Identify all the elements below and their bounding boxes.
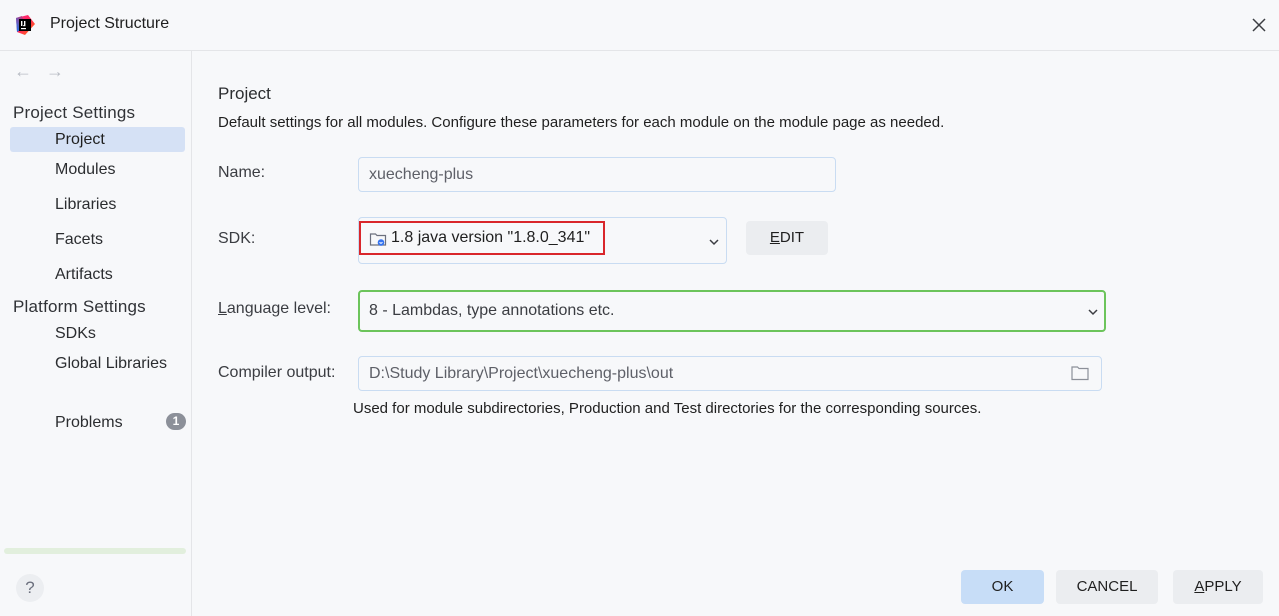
language-level-value: 8 - Lambdas, type annotations etc. — [369, 302, 615, 319]
project-settings-panel: Project Default settings for all modules… — [192, 51, 1279, 561]
name-label: Name: — [218, 164, 266, 181]
sidebar-item-global-libraries[interactable]: Global Libraries — [10, 351, 185, 376]
help-button[interactable]: ? — [16, 574, 44, 602]
window-title: Project Structure — [50, 15, 170, 32]
title-bar: Project Structure — [0, 0, 1279, 51]
forward-arrow-icon[interactable]: → — [46, 61, 64, 81]
name-input[interactable]: xuecheng-plus — [358, 157, 836, 192]
jdk-folder-icon — [369, 233, 387, 246]
intellij-app-icon — [16, 15, 35, 35]
sdk-dropdown[interactable]: 1.8 java version "1.8.0_341" — [358, 217, 727, 264]
sidebar-item-artifacts[interactable]: Artifacts — [10, 262, 185, 287]
section-title: Project — [218, 84, 271, 103]
browse-folder-icon[interactable] — [1071, 365, 1089, 381]
sidebar-item-problems[interactable]: Problems — [10, 410, 185, 435]
close-icon — [1252, 18, 1266, 32]
problems-count-badge: 1 — [166, 413, 186, 430]
compiler-output-hint: Used for module subdirectories, Producti… — [353, 400, 982, 417]
compiler-output-value: D:\Study Library\Project\xuecheng-plus\o… — [369, 365, 674, 382]
sidebar-scrollbar[interactable] — [4, 548, 186, 554]
apply-button[interactable]: APPLY — [1173, 570, 1263, 604]
navigation-arrows: ← → — [14, 61, 64, 81]
section-description: Default settings for all modules. Config… — [218, 114, 945, 131]
group-header-project-settings: Project Settings — [13, 103, 136, 122]
sidebar-item-sdks[interactable]: SDKs — [10, 321, 185, 346]
back-arrow-icon[interactable]: ← — [14, 61, 32, 81]
close-button[interactable] — [1246, 12, 1272, 38]
cancel-button[interactable]: CANCEL — [1056, 570, 1158, 604]
sdk-value: 1.8 java version "1.8.0_341" — [391, 229, 591, 246]
chevron-down-icon — [709, 239, 719, 246]
sdk-label: SDK: — [218, 230, 256, 247]
sidebar-item-libraries[interactable]: Libraries — [10, 192, 185, 217]
sidebar-item-modules[interactable]: Modules — [10, 157, 185, 182]
edit-sdk-button[interactable]: EDIT — [746, 221, 828, 255]
sdk-selected-highlight: 1.8 java version "1.8.0_341" — [359, 221, 605, 255]
chevron-down-icon — [1088, 309, 1098, 316]
sidebar-item-facets[interactable]: Facets — [10, 227, 185, 252]
language-level-label: Language level: — [218, 300, 331, 317]
compiler-output-label: Compiler output: — [218, 364, 336, 381]
group-header-platform-settings: Platform Settings — [13, 297, 146, 316]
compiler-output-input[interactable]: D:\Study Library\Project\xuecheng-plus\o… — [358, 356, 1102, 391]
sidebar-item-project[interactable]: Project — [10, 127, 185, 152]
ok-button[interactable]: OK — [961, 570, 1044, 604]
language-level-dropdown[interactable]: 8 - Lambdas, type annotations etc. — [358, 290, 1106, 332]
sidebar: ← → Project Settings Project Modules Lib… — [0, 51, 192, 616]
